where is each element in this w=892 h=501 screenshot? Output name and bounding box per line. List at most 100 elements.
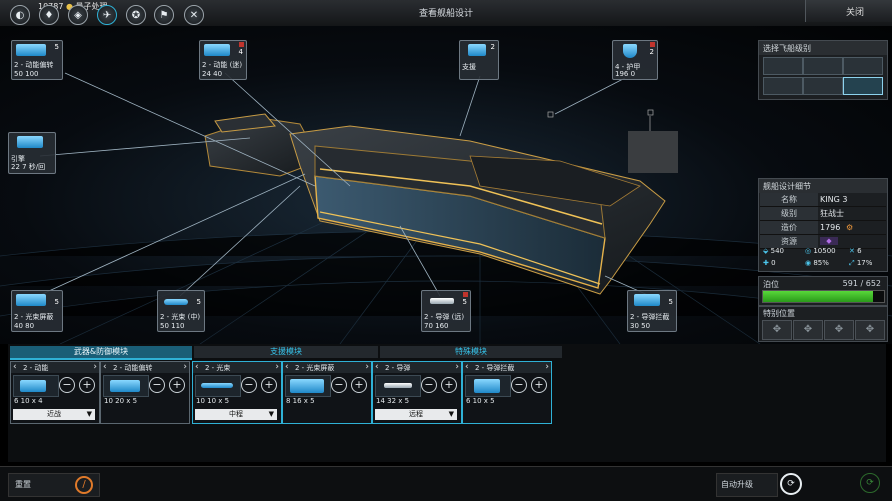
- minus-icon[interactable]: −: [331, 377, 347, 393]
- module-card-missile-intercept[interactable]: 5 2 - 导弹拦截 30 50: [627, 290, 677, 332]
- stat-repair: 0: [771, 259, 776, 267]
- slot-image: [103, 375, 149, 397]
- special-slot-add-icon[interactable]: ✥: [793, 320, 823, 340]
- top-bar: 10787 ● 量子处理 ◐ ♦ ◈ ✈ ✪ ⚑ ✕ 查看舰船设计 关闭: [0, 0, 892, 27]
- module-card-support[interactable]: 2 支援: [459, 40, 499, 80]
- minus-icon[interactable]: −: [149, 377, 165, 393]
- tab-weapons-defense[interactable]: 武器&防御模块: [10, 346, 192, 358]
- range-dropdown[interactable]: 远程 ▼: [375, 409, 457, 420]
- class-option[interactable]: [803, 57, 843, 75]
- prev-arrow-icon[interactable]: ‹: [465, 362, 469, 372]
- close-button[interactable]: 关闭: [805, 0, 892, 22]
- special-slots-panel: 特别位置 ✥ ✥ ✥ ✥: [758, 306, 888, 342]
- next-arrow-icon[interactable]: ›: [455, 362, 459, 372]
- minus-icon[interactable]: −: [241, 377, 257, 393]
- slot-stats: 14 32 x 5: [376, 397, 410, 405]
- berth-bar-fill: [763, 291, 873, 302]
- module-card-beam-shield[interactable]: 5 2 - 光束屏蔽 40 80: [11, 290, 63, 332]
- next-arrow-icon[interactable]: ›: [275, 362, 279, 372]
- module-card-armor[interactable]: 2 4 - 护甲 196 0: [612, 40, 658, 80]
- resource-icon: ◆: [820, 237, 838, 245]
- next-arrow-icon[interactable]: ›: [365, 362, 369, 372]
- range-dropdown[interactable]: 中程 ▼: [195, 409, 277, 420]
- module-card-engine[interactable]: 引擎 22 7 秒/回: [8, 132, 56, 174]
- beam-icon: [201, 383, 233, 388]
- stat-accuracy: 85%: [813, 259, 829, 267]
- next-arrow-icon[interactable]: ›: [545, 362, 549, 372]
- minus-icon[interactable]: −: [421, 377, 437, 393]
- auto-upgrade-button[interactable]: 自动升级: [716, 473, 778, 497]
- anchor-marker: [647, 109, 654, 116]
- special-slot-add-icon[interactable]: ✥: [824, 320, 854, 340]
- minus-icon[interactable]: −: [59, 377, 75, 393]
- class-option-selected[interactable]: [843, 77, 883, 95]
- close-button-label: 关闭: [845, 8, 864, 18]
- anchor-marker: [547, 111, 554, 118]
- spec-key: 级别: [760, 207, 818, 220]
- weapon-slot[interactable]: ‹ 2 - 动能偏转 › − + 10 20 x 5: [100, 361, 190, 424]
- slot-header: ‹ 2 - 导弹 ›: [373, 362, 461, 373]
- class-option[interactable]: [803, 77, 843, 95]
- slot-image: [13, 375, 59, 397]
- minus-icon[interactable]: −: [511, 377, 527, 393]
- plus-icon[interactable]: +: [441, 377, 457, 393]
- module-count: 5: [668, 298, 673, 306]
- weapon-slot[interactable]: ‹ 2 - 导弹拦截 › − + 6 10 x 5: [462, 361, 552, 424]
- slot-stats: 10 10 x 5: [196, 397, 230, 405]
- ship-spec-panel: 舰船设计细节 名称 KING 3 级别 狂战士 造价 1796 ⚙ 资源 ◆ ⬙…: [758, 178, 888, 272]
- class-option[interactable]: [843, 57, 883, 75]
- module-count: 2: [490, 43, 495, 51]
- plus-icon[interactable]: +: [351, 377, 367, 393]
- tab-special[interactable]: 特殊模块: [380, 346, 562, 358]
- prev-arrow-icon[interactable]: ‹: [195, 362, 199, 372]
- module-card-kinetic-deflect[interactable]: 5 2 - 动能偏转 50 100: [11, 40, 63, 80]
- module-count: 5: [54, 298, 59, 306]
- beam-shield-icon: [290, 379, 324, 393]
- prev-arrow-icon[interactable]: ‹: [375, 362, 379, 372]
- slot-image: [285, 375, 331, 397]
- spec-key: 造价: [760, 221, 818, 234]
- class-option[interactable]: [763, 57, 803, 75]
- weapon-slot[interactable]: ‹ 2 - 动能 › − + 6 10 x 4 近战 ▼: [10, 361, 100, 424]
- intercept-icon: [474, 379, 500, 393]
- kinetic-deflect-icon: [110, 380, 140, 392]
- module-card-beam[interactable]: 5 2 - 光束 (中) 50 110: [157, 290, 205, 332]
- plus-icon[interactable]: +: [531, 377, 547, 393]
- upgrade-cycle-icon[interactable]: ⟳: [780, 473, 802, 495]
- special-slot-add-icon[interactable]: ✥: [762, 320, 792, 340]
- chevron-down-icon: ▼: [86, 410, 92, 418]
- module-card-missile[interactable]: 5 2 - 导弹 (远) 70 160: [421, 290, 471, 332]
- slot-header: ‹ 2 - 光束 ›: [193, 362, 281, 373]
- spec-row-name: 名称 KING 3: [760, 193, 886, 207]
- slot-stats: 10 20 x 5: [104, 397, 138, 405]
- slot-label: 2 - 导弹: [385, 364, 411, 372]
- special-slot-add-icon[interactable]: ✥: [855, 320, 885, 340]
- weapon-slot[interactable]: ‹ 2 - 导弹 › − + 14 32 x 5 远程 ▼: [372, 361, 462, 424]
- next-arrow-icon[interactable]: ›: [93, 362, 97, 372]
- range-value: 中程: [229, 410, 243, 418]
- plus-icon[interactable]: +: [169, 377, 185, 393]
- range-value: 远程: [409, 410, 423, 418]
- plus-icon[interactable]: +: [261, 377, 277, 393]
- spec-key: 名称: [760, 193, 818, 206]
- weapon-slot[interactable]: ‹ 2 - 光束屏蔽 › − + 8 16 x 5: [282, 361, 372, 424]
- spec-row-cost: 造价 1796 ⚙: [760, 221, 886, 235]
- prev-arrow-icon[interactable]: ‹: [285, 362, 289, 372]
- class-panel-title: 选择飞船级别: [759, 41, 887, 55]
- module-count: 5: [196, 298, 201, 306]
- prev-arrow-icon[interactable]: ‹: [103, 362, 107, 372]
- module-stats: 30 50: [630, 322, 651, 330]
- module-card-kinetic[interactable]: 4 2 - 动能 (迷) 24 40: [199, 40, 247, 80]
- tab-support[interactable]: 支援模块: [194, 346, 378, 358]
- range-dropdown[interactable]: 近战 ▼: [13, 409, 95, 420]
- weapon-slot[interactable]: ‹ 2 - 光束 › − + 10 10 x 5 中程 ▼: [192, 361, 282, 424]
- module-name: 2 - 导弹拦截: [630, 313, 670, 321]
- plus-icon[interactable]: +: [79, 377, 95, 393]
- prev-arrow-icon[interactable]: ‹: [13, 362, 17, 372]
- confirm-icon[interactable]: ⟳: [860, 473, 880, 493]
- next-arrow-icon[interactable]: ›: [183, 362, 187, 372]
- module-stats: 70 160: [424, 322, 449, 330]
- kinetic-deflect-icon: [16, 44, 46, 56]
- class-option[interactable]: [763, 77, 803, 95]
- reset-button[interactable]: 重置 /: [8, 473, 100, 497]
